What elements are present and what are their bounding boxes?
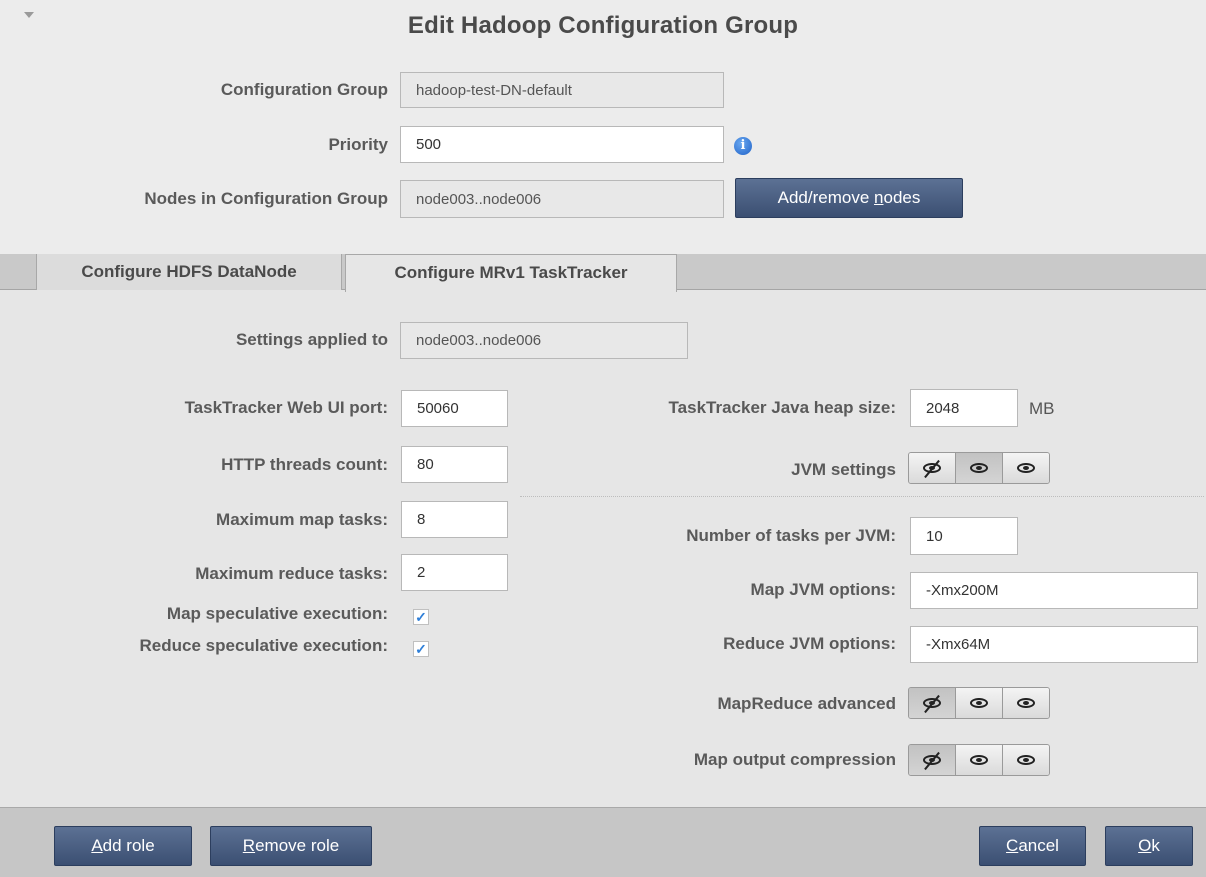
cancel-label: ancel <box>1018 836 1059 855</box>
add-role-button[interactable]: Add role <box>54 826 192 866</box>
configuration-group-label: Configuration Group <box>220 80 388 99</box>
configuration-group-field[interactable] <box>400 72 724 108</box>
max-reduce-tasks-field[interactable] <box>401 554 508 591</box>
map-output-compression-toggle[interactable] <box>908 744 1050 776</box>
ok-label: k <box>1151 836 1160 855</box>
add-role-mnemonic: A <box>91 836 103 855</box>
ok-button[interactable]: Ok <box>1105 826 1193 866</box>
cancel-mnemonic: C <box>1006 836 1019 855</box>
eye-slash-icon <box>922 459 942 479</box>
mapreduce-advanced-hide-option[interactable] <box>909 688 956 718</box>
jvm-settings-label: JVM settings <box>791 460 896 479</box>
eye-icon <box>970 755 988 765</box>
max-map-tasks-field[interactable] <box>401 501 508 538</box>
http-threads-field[interactable] <box>401 446 508 483</box>
add-role-label: dd role <box>102 836 155 855</box>
map-output-compression-show-all-option[interactable] <box>1003 745 1049 775</box>
tab-configure-mrv1-tasktracker[interactable]: Configure MRv1 TaskTracker <box>345 254 677 292</box>
mapreduce-advanced-toggle[interactable] <box>908 687 1050 719</box>
reduce-jvm-options-field[interactable] <box>910 626 1198 663</box>
tasks-per-jvm-field[interactable] <box>910 517 1018 555</box>
jvm-settings-hide-option[interactable] <box>909 453 956 483</box>
cancel-button[interactable]: Cancel <box>979 826 1086 866</box>
eye-slash-icon <box>922 751 942 771</box>
max-reduce-tasks-label: Maximum reduce tasks: <box>195 564 388 583</box>
jvm-settings-show-option[interactable] <box>956 453 1003 483</box>
java-heap-size-field[interactable] <box>910 389 1018 427</box>
eye-icon <box>1017 698 1035 708</box>
ok-mnemonic: O <box>1138 836 1152 855</box>
map-jvm-options-field[interactable] <box>910 572 1198 609</box>
map-output-compression-label: Map output compression <box>693 750 896 769</box>
map-speculative-label: Map speculative execution: <box>166 604 388 623</box>
max-map-tasks-label: Maximum map tasks: <box>216 510 388 529</box>
priority-field[interactable] <box>400 126 724 163</box>
reduce-speculative-label: Reduce speculative execution: <box>139 636 388 655</box>
eye-icon <box>970 463 988 473</box>
jvm-settings-show-all-option[interactable] <box>1003 453 1049 483</box>
web-ui-port-field[interactable] <box>401 390 508 427</box>
reduce-jvm-options-label: Reduce JVM options: <box>723 634 896 653</box>
eye-icon <box>970 698 988 708</box>
remove-role-label: emove role <box>255 836 340 855</box>
map-output-compression-hide-option[interactable] <box>909 745 956 775</box>
add-remove-nodes-label-post: odes <box>883 188 921 207</box>
eye-icon <box>1017 463 1035 473</box>
eye-slash-icon <box>922 694 942 714</box>
heap-unit-label: MB <box>1029 399 1055 418</box>
settings-applied-to-label: Settings applied to <box>235 330 388 349</box>
settings-applied-to-field[interactable] <box>400 322 688 359</box>
checkmark-icon: ✓ <box>415 641 427 657</box>
dialog-title: Edit Hadoop Configuration Group <box>407 12 799 39</box>
section-divider <box>520 496 1204 497</box>
map-speculative-checkbox[interactable]: ✓ <box>413 609 429 625</box>
remove-role-mnemonic: R <box>242 836 256 855</box>
java-heap-size-label: TaskTracker Java heap size: <box>668 398 896 417</box>
map-jvm-options-label: Map JVM options: <box>750 580 896 599</box>
remove-role-button[interactable]: Remove role <box>210 826 372 866</box>
priority-label: Priority <box>328 135 388 154</box>
mapreduce-advanced-label: MapReduce advanced <box>717 694 896 713</box>
web-ui-port-label: TaskTracker Web UI port: <box>184 398 388 417</box>
eye-icon <box>1017 755 1035 765</box>
map-output-compression-show-option[interactable] <box>956 745 1003 775</box>
mapreduce-advanced-show-option[interactable] <box>956 688 1003 718</box>
reduce-speculative-checkbox[interactable]: ✓ <box>413 641 429 657</box>
checkmark-icon: ✓ <box>415 609 427 625</box>
mapreduce-advanced-show-all-option[interactable] <box>1003 688 1049 718</box>
tasks-per-jvm-label: Number of tasks per JVM: <box>686 526 896 545</box>
add-remove-nodes-button[interactable]: Add/remove nodes <box>735 178 963 218</box>
nodes-in-group-field[interactable] <box>400 180 724 218</box>
add-remove-nodes-label-pre: Add/remove <box>777 188 875 207</box>
tab-configure-hdfs-datanode[interactable]: Configure HDFS DataNode <box>36 254 342 290</box>
http-threads-label: HTTP threads count: <box>221 455 388 474</box>
nodes-in-group-label: Nodes in Configuration Group <box>144 189 388 208</box>
jvm-settings-toggle[interactable] <box>908 452 1050 484</box>
info-icon[interactable]: i <box>734 137 752 155</box>
